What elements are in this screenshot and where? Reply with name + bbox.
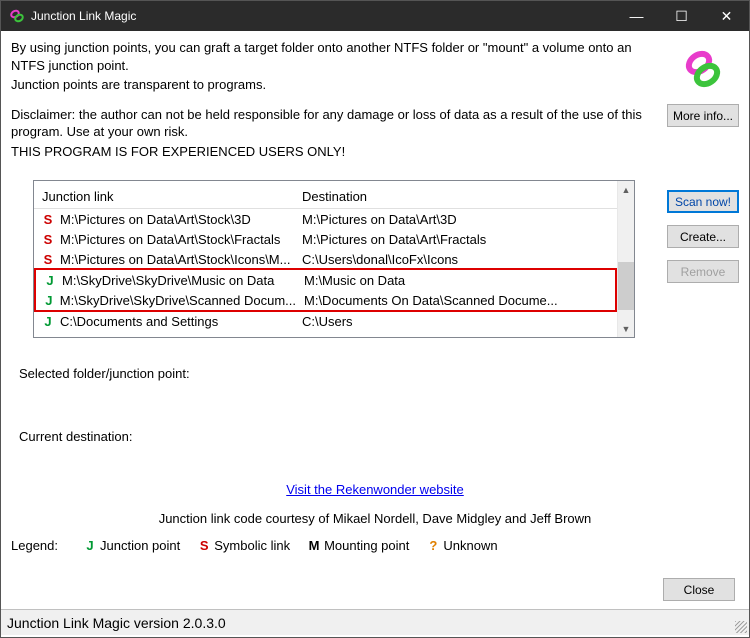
junction-point-icon: J	[42, 314, 54, 329]
legend-mounting: MMounting point	[308, 538, 409, 553]
list-row[interactable]: SM:\Pictures on Data\Art\Stock\3D M:\Pic…	[34, 209, 617, 229]
status-text: Junction Link Magic version 2.0.3.0	[7, 615, 226, 631]
warning: THIS PROGRAM IS FOR EXPERIENCED USERS ON…	[11, 143, 657, 161]
scroll-down-icon[interactable]: ▼	[618, 320, 634, 337]
scroll-up-icon[interactable]: ▲	[618, 181, 634, 198]
highlighted-rows: JM:\SkyDrive\SkyDrive\Music on Data M:\M…	[34, 268, 617, 312]
maximize-button[interactable]: ☐	[659, 1, 704, 31]
symbolic-link-icon: S	[42, 232, 54, 247]
list-header: Junction link Destination	[34, 181, 617, 209]
minimize-button[interactable]: —	[614, 1, 659, 31]
symbolic-link-icon: S	[42, 252, 54, 267]
scroll-thumb[interactable]	[618, 262, 634, 310]
intro-p1: By using junction points, you can graft …	[11, 39, 657, 74]
header-destination[interactable]: Destination	[294, 189, 617, 204]
list-row[interactable]: JM:\SkyDrive\SkyDrive\Scanned Docum... M…	[36, 290, 615, 310]
current-destination-label: Current destination:	[19, 429, 739, 444]
scroll-track[interactable]	[618, 198, 634, 320]
intro-p2: Junction points are transparent to progr…	[11, 76, 657, 94]
scrollbar[interactable]: ▲ ▼	[617, 181, 634, 337]
window-title: Junction Link Magic	[31, 9, 614, 23]
list-row[interactable]: SM:\Pictures on Data\Art\Stock\Fractals …	[34, 229, 617, 249]
intro-text: By using junction points, you can graft …	[11, 39, 657, 162]
legend-unknown: ?Unknown	[427, 538, 497, 553]
legend-symbolic: SSymbolic link	[198, 538, 290, 553]
more-info-button[interactable]: More info...	[667, 104, 739, 127]
title-bar: Junction Link Magic — ☐ ✕	[1, 1, 749, 31]
junction-list[interactable]: Junction link Destination SM:\Pictures o…	[33, 180, 635, 338]
courtesy-text: Junction link code courtesy of Mikael No…	[11, 511, 739, 526]
app-icon	[9, 8, 25, 24]
list-row[interactable]: SM:\Pictures on Data\Art\Stock\Icons\M..…	[34, 249, 617, 269]
disclaimer: Disclaimer: the author can not be held r…	[11, 106, 657, 141]
junction-point-icon: J	[44, 273, 56, 288]
legend-junction: JJunction point	[84, 538, 180, 553]
list-row[interactable]: JM:\SkyDrive\SkyDrive\Music on Data M:\M…	[36, 270, 615, 290]
junction-point-icon: J	[44, 293, 54, 308]
list-row[interactable]: JC:\Documents and Settings C:\Users	[34, 311, 617, 331]
symbolic-link-icon: S	[42, 212, 54, 227]
selected-label: Selected folder/junction point:	[19, 366, 739, 381]
header-junction-link[interactable]: Junction link	[34, 189, 294, 204]
status-bar: Junction Link Magic version 2.0.3.0	[1, 609, 749, 635]
close-window-button[interactable]: ✕	[704, 1, 749, 31]
close-button[interactable]: Close	[663, 578, 735, 601]
link-logo-icon	[679, 45, 727, 96]
remove-button[interactable]: Remove	[667, 260, 739, 283]
website-link[interactable]: Visit the Rekenwonder website	[11, 482, 739, 497]
legend-label: Legend:	[11, 538, 58, 553]
scan-now-button[interactable]: Scan now!	[667, 190, 739, 213]
create-button[interactable]: Create...	[667, 225, 739, 248]
